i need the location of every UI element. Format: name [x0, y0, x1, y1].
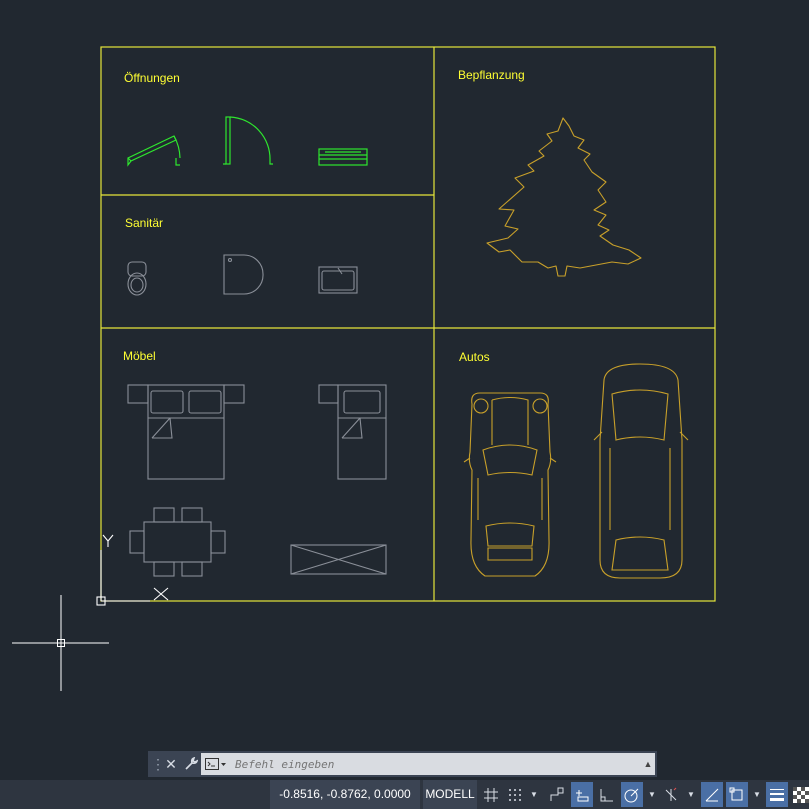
wrench-icon[interactable] — [181, 751, 201, 777]
label-furniture: Möbel — [123, 349, 156, 363]
shower-block[interactable] — [223, 254, 264, 295]
lineweight-icon[interactable] — [766, 782, 788, 807]
sink-block[interactable] — [318, 266, 358, 294]
carpet-block[interactable] — [290, 544, 387, 575]
label-planting: Bepflanzung — [458, 68, 525, 82]
polar-dropdown-icon[interactable]: ▼ — [646, 782, 658, 807]
double-bed-block[interactable] — [127, 384, 245, 480]
isodraft-dropdown-icon[interactable]: ▼ — [685, 782, 697, 807]
model-space-button[interactable]: MODELL — [423, 780, 477, 809]
toilet-block[interactable] — [127, 261, 147, 296]
coordinates-readout[interactable]: -0.8516, -0.8762, 0.0000 — [270, 780, 420, 809]
command-input-field[interactable]: ▲ — [201, 753, 655, 775]
recent-commands-arrow-icon[interactable]: ▲ — [641, 759, 655, 769]
car-block-2[interactable] — [593, 363, 689, 579]
grip-handle[interactable]: ⋮ — [151, 751, 165, 777]
object-snap-tracking-icon[interactable] — [701, 782, 723, 807]
isodraft-icon[interactable] — [660, 782, 682, 807]
label-openings: Öffnungen — [124, 71, 180, 85]
drawing-frame — [100, 46, 716, 602]
ortho-icon[interactable] — [596, 782, 618, 807]
snap-icon[interactable] — [504, 782, 526, 807]
label-sanitary: Sanitär — [125, 216, 164, 230]
window-block[interactable] — [318, 148, 368, 166]
car-block-1[interactable] — [463, 392, 557, 577]
dining-table-block[interactable] — [129, 507, 226, 577]
door-block-2[interactable] — [223, 116, 273, 165]
dynamic-input-icon[interactable] — [571, 782, 593, 807]
snap-dropdown-icon[interactable]: ▼ — [528, 782, 540, 807]
door-block-1[interactable] — [127, 135, 181, 167]
tree-block[interactable] — [486, 117, 642, 277]
command-line[interactable]: ⋮ ✕ ▲ — [148, 751, 657, 777]
ucs-icon — [96, 534, 169, 606]
drawing-canvas[interactable] — [0, 0, 809, 809]
status-bar: -0.8516, -0.8762, 0.0000 MODELL ▼ ▼ ▼ ▼ — [0, 780, 809, 809]
grid-icon[interactable] — [480, 782, 502, 807]
single-bed-block[interactable] — [318, 384, 387, 480]
transparency-icon[interactable] — [790, 782, 809, 807]
polar-icon[interactable] — [621, 782, 643, 807]
close-icon[interactable]: ✕ — [161, 751, 181, 777]
command-input[interactable] — [235, 757, 641, 771]
crosshair-cursor — [12, 595, 109, 691]
object-snap-dropdown-icon[interactable]: ▼ — [751, 782, 763, 807]
command-prompt-icon[interactable] — [201, 758, 235, 770]
object-snap-icon[interactable] — [726, 782, 748, 807]
infer-icon[interactable] — [546, 782, 568, 807]
label-cars: Autos — [459, 350, 490, 364]
